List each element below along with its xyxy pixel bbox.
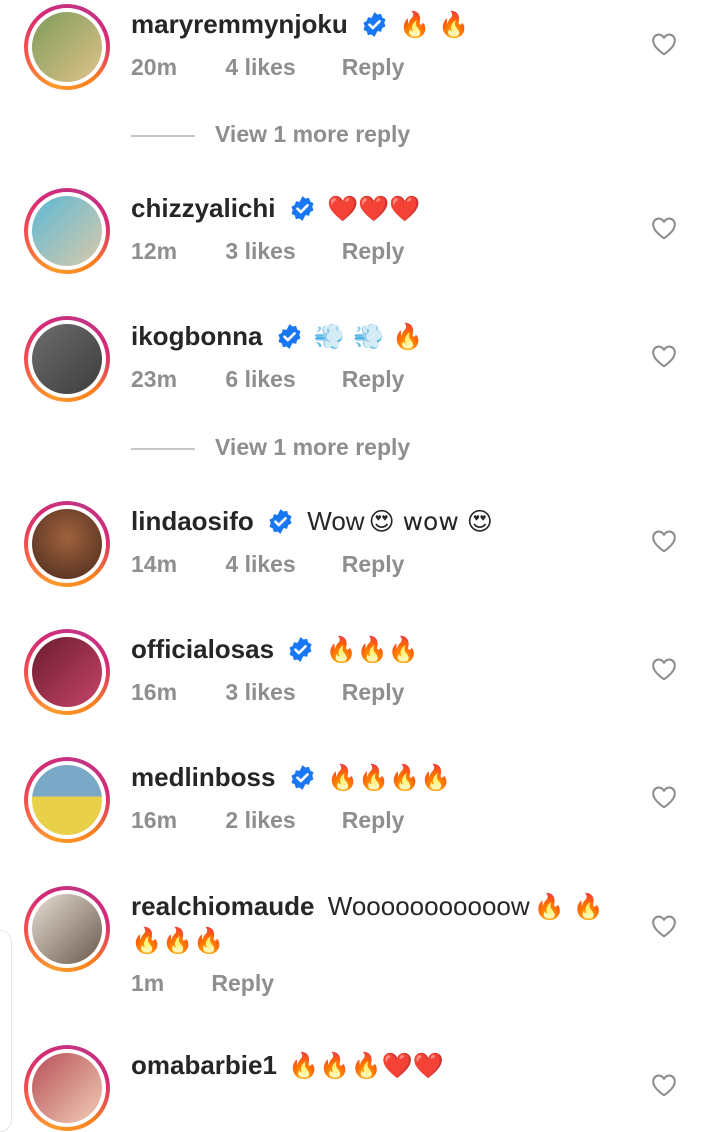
view-more-replies[interactable]: View 1 more reply (131, 117, 531, 157)
verified-badge-icon (291, 765, 314, 790)
heart-outline-icon[interactable] (651, 216, 677, 240)
heart-outline-icon[interactable] (651, 529, 677, 553)
heart-outline-icon[interactable] (651, 1073, 677, 1097)
reply-button[interactable]: Reply (342, 366, 405, 393)
comment-username[interactable]: maryremmynjoku (131, 9, 348, 39)
verified-badge-icon (289, 637, 312, 662)
comment-emoji: ❤️❤️❤️ (326, 194, 421, 223)
reply-button[interactable]: Reply (342, 679, 405, 706)
verified-badge-icon (291, 196, 314, 221)
comment-emoji: 🔥🔥🔥🔥 (326, 763, 452, 792)
comment-meta: 20m 4 likes Reply (131, 54, 404, 81)
comment-time: 1m (131, 970, 165, 996)
comment-username[interactable]: officialosas (131, 634, 274, 664)
comment-emoji: 🔥 🔥 (399, 10, 470, 39)
heart-outline-icon[interactable] (651, 657, 677, 681)
heart-outline-icon[interactable] (651, 344, 677, 368)
comment-username[interactable]: lindaosifo (131, 506, 254, 536)
comment-meta: 16m 2 likes Reply (131, 807, 404, 834)
comment-meta: 23m 6 likes Reply (131, 366, 404, 393)
comment-emoji: 😍 wow 😍 (368, 507, 493, 536)
avatar[interactable] (24, 757, 110, 843)
comment-username[interactable]: omabarbie1 (131, 1050, 277, 1080)
comment-meta: 14m 4 likes Reply (131, 551, 404, 578)
avatar[interactable] (24, 1045, 110, 1131)
comment-time: 14m (131, 551, 178, 577)
verified-badge-icon (363, 12, 386, 37)
comment-text: Wow (307, 506, 365, 536)
comment-likes[interactable]: 3 likes (225, 238, 335, 265)
comment-meta: 12m 3 likes Reply (131, 238, 404, 265)
verified-badge-icon (269, 509, 292, 534)
side-panel-edge (0, 930, 12, 1132)
reply-button[interactable]: Reply (342, 807, 405, 834)
avatar[interactable] (24, 188, 110, 274)
comment-emoji: 🔥 🔥 (533, 892, 604, 921)
heart-outline-icon[interactable] (651, 914, 677, 938)
comment-emoji: 🔥🔥🔥❤️❤️ (288, 1051, 444, 1080)
comment-likes[interactable]: 4 likes (225, 551, 335, 578)
avatar[interactable] (24, 629, 110, 715)
reply-button[interactable]: Reply (342, 54, 405, 81)
heart-outline-icon[interactable] (651, 785, 677, 809)
avatar[interactable] (24, 316, 110, 402)
divider-line (131, 448, 195, 450)
reply-button[interactable]: Reply (342, 551, 405, 578)
comment-time: 23m (131, 366, 178, 392)
comment-emoji: 🔥🔥🔥 (325, 635, 419, 664)
view-more-label[interactable]: View 1 more reply (215, 434, 410, 461)
view-more-replies[interactable]: View 1 more reply (131, 430, 531, 470)
comment-username[interactable]: chizzyalichi (131, 193, 276, 223)
comment-time: 20m (131, 54, 178, 80)
comment-meta: 16m 3 likes Reply (131, 679, 404, 706)
comment-likes[interactable]: 6 likes (225, 366, 335, 393)
comment-username[interactable]: ikogbonna (131, 321, 262, 351)
verified-badge-icon (278, 324, 301, 349)
comment-username[interactable]: medlinboss (131, 762, 275, 792)
comment-meta: 1m Reply (131, 970, 274, 997)
comment-likes[interactable]: 4 likes (225, 54, 335, 81)
comment-emoji-line2: 🔥🔥🔥 (131, 926, 225, 955)
comment-time: 16m (131, 807, 178, 833)
comment-time: 12m (131, 238, 178, 264)
avatar[interactable] (24, 886, 110, 972)
divider-line (131, 135, 195, 137)
comment-likes[interactable]: 3 likes (225, 679, 335, 706)
comment-text: Wooooooooooow (327, 891, 530, 921)
heart-outline-icon[interactable] (651, 32, 677, 56)
reply-button[interactable]: Reply (342, 238, 405, 265)
avatar[interactable] (24, 501, 110, 587)
comment-time: 16m (131, 679, 178, 705)
avatar[interactable] (24, 4, 110, 90)
comment-username[interactable]: realchiomaude (131, 891, 315, 921)
comments-feed: maryremmynjoku 🔥 🔥 20m 4 likes Reply Vie… (0, 0, 720, 1132)
comment-emoji: 💨 💨 🔥 (313, 322, 424, 351)
comment-likes[interactable]: 2 likes (225, 807, 335, 834)
reply-button[interactable]: Reply (211, 970, 274, 997)
view-more-label[interactable]: View 1 more reply (215, 121, 410, 148)
